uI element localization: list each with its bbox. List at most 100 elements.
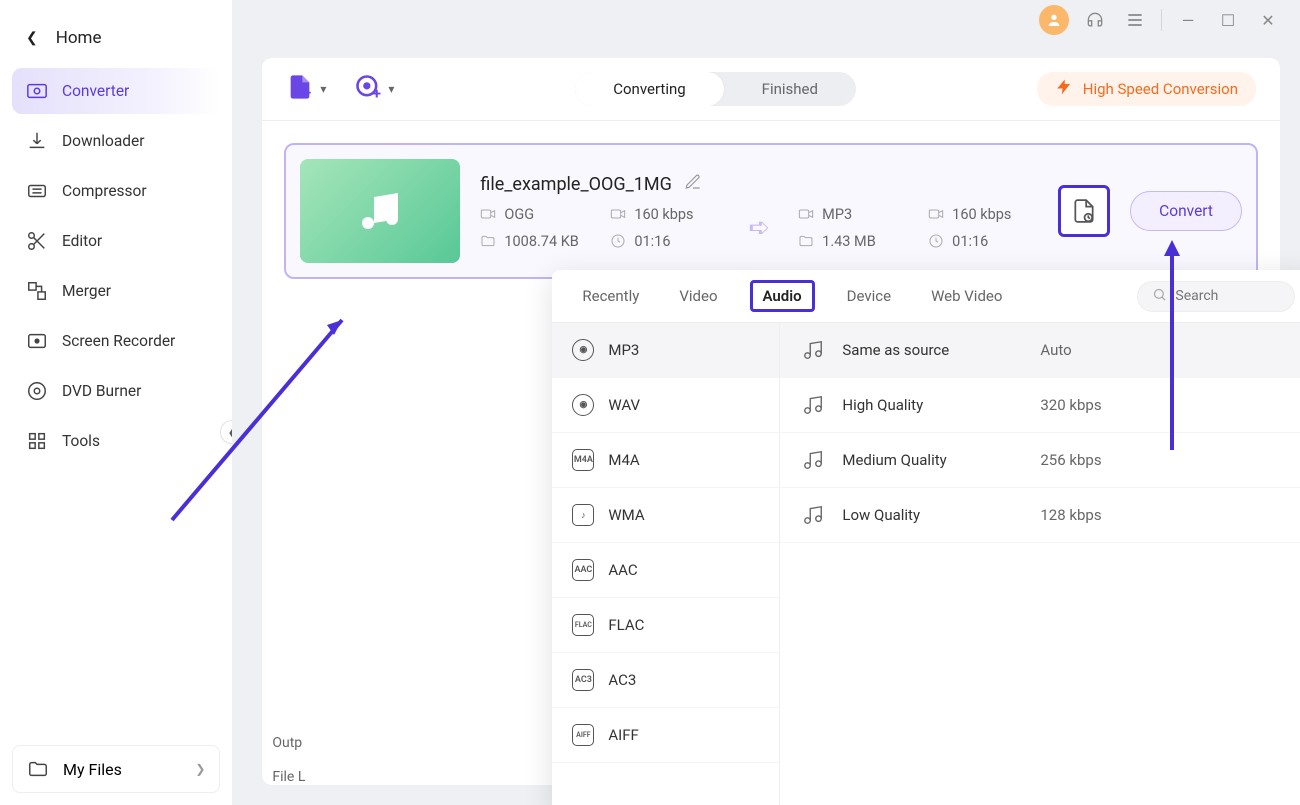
clock-icon (610, 233, 626, 249)
close-button[interactable]: ✕ (1254, 6, 1282, 34)
format-label: MP3 (608, 341, 639, 359)
format-label: M4A (608, 451, 639, 469)
add-disc-button[interactable]: + ▾ (354, 73, 394, 105)
dd-tab-web-video[interactable]: Web Video (923, 281, 1010, 311)
src-duration: 01:16 (634, 233, 670, 250)
quality-item[interactable]: Same as sourceAuto (780, 323, 1300, 378)
main-area: — ☐ ✕ + ▾ + ▾ Converting Finish (232, 0, 1300, 805)
dd-tab-audio[interactable]: Audio (750, 280, 815, 312)
quality-value: Auto (1040, 341, 1071, 359)
scissors-icon (26, 230, 48, 252)
separator (1161, 9, 1162, 31)
music-icon (802, 449, 824, 471)
format-label: WAV (608, 396, 640, 414)
format-item-mp3[interactable]: ◉ MP3 (552, 323, 779, 378)
high-speed-button[interactable]: High Speed Conversion (1037, 72, 1256, 106)
toolbar: + ▾ + ▾ Converting Finished High Speed C… (262, 58, 1280, 121)
my-files-label: My Files (63, 760, 122, 779)
dst-format: MP3 (822, 206, 852, 223)
src-format: OGG (504, 206, 534, 223)
quality-item[interactable]: Medium Quality256 kbps (780, 433, 1300, 488)
disc-icon: ◉ (572, 339, 594, 361)
video-icon (610, 206, 626, 222)
titlebar: — ☐ ✕ (232, 0, 1300, 40)
sidebar-item-compressor[interactable]: Compressor (12, 168, 220, 214)
sidebar-item-converter[interactable]: Converter (12, 68, 220, 114)
video-icon (480, 206, 496, 222)
sidebar-item-merger[interactable]: Merger (12, 268, 220, 314)
status-segment: Converting Finished (575, 72, 856, 106)
music-icon (802, 504, 824, 526)
add-disc-icon: + (354, 73, 382, 105)
home-label: Home (56, 28, 102, 48)
format-item-aiff[interactable]: AIFFAIFF (552, 708, 779, 763)
sidebar-item-label: Tools (62, 432, 100, 450)
format-item-flac[interactable]: FLACFLAC (552, 598, 779, 653)
file-name: file_example_OOG_1MG (480, 174, 671, 195)
dd-tab-device[interactable]: Device (839, 281, 899, 311)
output-label: Outp (272, 735, 305, 751)
sidebar-item-label: DVD Burner (62, 382, 141, 400)
format-item-m4a[interactable]: M4A M4A (552, 433, 779, 488)
format-item-wav[interactable]: ◉WAV (552, 378, 779, 433)
support-icon[interactable] (1081, 6, 1109, 34)
format-badge-icon: ♪ (572, 504, 594, 526)
sidebar-item-label: Downloader (62, 132, 144, 150)
quality-name: Medium Quality (842, 451, 1022, 469)
sidebar-item-downloader[interactable]: Downloader (12, 118, 220, 164)
folder-icon (798, 233, 814, 249)
sidebar-item-tools[interactable]: Tools (12, 418, 220, 464)
add-file-icon: + (286, 73, 314, 105)
arrow-icon: ➪ (740, 213, 778, 243)
music-icon (802, 394, 824, 416)
sidebar-item-label: Editor (62, 232, 102, 250)
format-item-ac3[interactable]: AC3 AC3 (552, 653, 779, 708)
dd-search[interactable] (1137, 281, 1295, 312)
convert-button[interactable]: Convert (1130, 191, 1242, 231)
sidebar-item-label: Merger (62, 282, 111, 300)
user-avatar[interactable] (1039, 5, 1069, 35)
menu-icon[interactable] (1121, 6, 1149, 34)
my-files-button[interactable]: My Files ❯ (12, 745, 220, 793)
dst-bitrate: 160 kbps (952, 206, 1011, 223)
edit-name-icon[interactable] (684, 173, 702, 196)
quality-item[interactable]: High Quality320 kbps (780, 378, 1300, 433)
file-location-label: File L (272, 769, 305, 785)
format-list[interactable]: ◉ MP3 ◉WAV M4A M4A ♪ WMA AAC AAC FLACFLAC AC… (552, 323, 780, 805)
format-label: AC3 (608, 671, 636, 689)
sidebar-item-dvd-burner[interactable]: DVD Burner (12, 368, 220, 414)
format-item-wma[interactable]: ♪ WMA (552, 488, 779, 543)
file-thumbnail (300, 159, 460, 263)
grid-icon (26, 430, 48, 452)
minimize-button[interactable]: — (1174, 6, 1202, 34)
quality-item[interactable]: Low Quality128 kbps (780, 488, 1300, 543)
converter-icon (26, 80, 48, 102)
video-icon (798, 206, 814, 222)
output-format-button[interactable] (1058, 185, 1110, 237)
tab-converting[interactable]: Converting (575, 72, 723, 106)
sidebar-item-label: Converter (62, 82, 129, 100)
sidebar-item-screen-recorder[interactable]: Screen Recorder (12, 318, 220, 364)
file-row: file_example_OOG_1MG OGG 1008.74 KB 160 … (284, 143, 1258, 279)
music-icon (802, 339, 824, 361)
download-icon (26, 130, 48, 152)
format-badge-icon: AC3 (572, 669, 594, 691)
format-label: WMA (608, 506, 644, 524)
format-badge-icon: M4A (572, 449, 594, 471)
tab-finished[interactable]: Finished (724, 72, 856, 106)
svg-text:+: + (304, 86, 312, 102)
compressor-icon (26, 180, 48, 202)
dd-tab-recently[interactable]: Recently (574, 281, 647, 311)
format-badge-icon: AAC (572, 559, 594, 581)
folder-icon (480, 233, 496, 249)
format-label: AAC (608, 561, 637, 579)
home-button[interactable]: ❮ Home (12, 12, 220, 68)
search-input[interactable] (1175, 288, 1280, 304)
dst-size: 1.43 MB (822, 233, 876, 250)
dd-tab-video[interactable]: Video (671, 281, 725, 311)
svg-text:+: + (373, 85, 381, 101)
sidebar-item-editor[interactable]: Editor (12, 218, 220, 264)
add-file-button[interactable]: + ▾ (286, 73, 326, 105)
format-item-aac[interactable]: AAC AAC (552, 543, 779, 598)
maximize-button[interactable]: ☐ (1214, 6, 1242, 34)
